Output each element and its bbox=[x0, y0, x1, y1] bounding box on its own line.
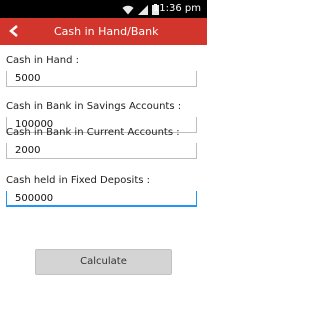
calculate-button[interactable]: Calculate bbox=[35, 249, 172, 275]
savings-accounts-label: Cash in Bank in Savings Accounts : bbox=[6, 101, 182, 112]
signal-icon bbox=[138, 0, 148, 19]
fixed-deposits-input[interactable] bbox=[6, 191, 197, 207]
fixed-deposits-label: Cash held in Fixed Deposits : bbox=[6, 175, 151, 186]
cash-in-hand-input[interactable] bbox=[6, 71, 197, 87]
page-title: Cash in Hand/Bank bbox=[54, 25, 159, 38]
back-arrow-icon bbox=[9, 22, 19, 41]
wifi-icon bbox=[122, 0, 134, 19]
current-accounts-input[interactable] bbox=[6, 143, 197, 159]
cash-in-hand-label: Cash in Hand : bbox=[6, 55, 80, 66]
back-button[interactable] bbox=[2, 18, 26, 45]
status-time: 11:36 pm bbox=[152, 3, 201, 14]
status-bar: 11:36 pm bbox=[0, 0, 207, 18]
current-accounts-label: Cash in Bank in Current Accounts : bbox=[6, 127, 180, 138]
action-bar: Cash in Hand/Bank bbox=[0, 18, 207, 45]
